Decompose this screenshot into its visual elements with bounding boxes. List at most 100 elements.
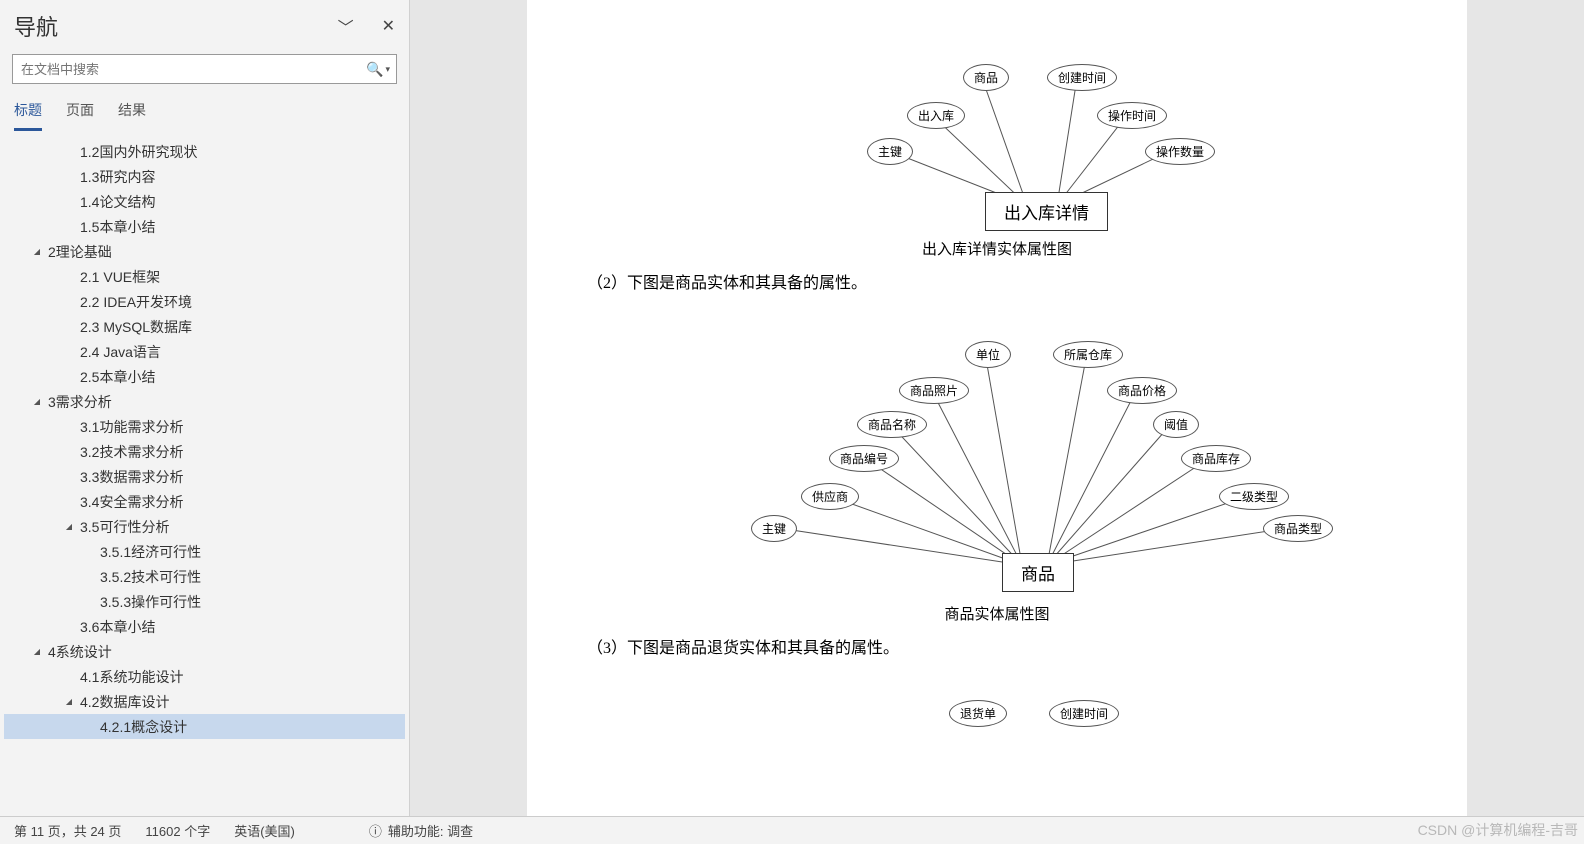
attr-ellipse: 退货单: [949, 700, 1007, 727]
outline-item[interactable]: ◢1.3研究内容: [4, 164, 405, 189]
attr-ellipse: 商品类型: [1263, 515, 1333, 542]
expand-arrow-icon[interactable]: [62, 697, 76, 706]
outline-item[interactable]: ◢3.5.1经济可行性: [4, 539, 405, 564]
outline-item[interactable]: ◢4.2.1概念设计: [4, 714, 405, 739]
tab-results[interactable]: 结果: [118, 94, 146, 131]
attr-ellipse: 主键: [867, 138, 913, 165]
expand-arrow-icon[interactable]: [30, 397, 44, 406]
outline-label: 1.4论文结构: [80, 192, 155, 212]
body-text: （3）下图是商品退货实体和其具备的属性。: [587, 634, 1407, 658]
navigation-pane: 导航 ﹀ ✕ 🔍 ▾ 标题 页面 结果 ◢1.2国内外研究现状◢1.3研究内容◢…: [0, 0, 410, 816]
attr-ellipse: 单位: [965, 341, 1011, 368]
entity-rect: 商品: [1002, 553, 1074, 592]
outline-item[interactable]: ◢3.4安全需求分析: [4, 489, 405, 514]
outline-item[interactable]: ◢1.4论文结构: [4, 189, 405, 214]
attr-ellipse: 所属仓库: [1053, 341, 1123, 368]
attr-ellipse: 出入库: [907, 102, 965, 129]
entity-rect: 出入库详情: [985, 192, 1108, 231]
outline-item[interactable]: ◢2.5本章小结: [4, 364, 405, 389]
attr-ellipse: 操作时间: [1097, 102, 1167, 129]
attr-ellipse: 二级类型: [1219, 483, 1289, 510]
outline-label: 1.2国内外研究现状: [80, 142, 197, 162]
attr-ellipse: 商品: [963, 64, 1009, 91]
search-box[interactable]: 🔍 ▾: [12, 54, 397, 84]
outline-label: 3.6本章小结: [80, 617, 155, 637]
outline-label: 3.5.3操作可行性: [100, 592, 201, 612]
outline-label: 1.5本章小结: [80, 217, 155, 237]
attr-ellipse: 创建时间: [1047, 64, 1117, 91]
document-area[interactable]: 主键 出入库 商品 创建时间 操作时间 操作数量 出入库详情 出入库详情实体属性…: [410, 0, 1584, 816]
outline-item[interactable]: 2理论基础: [4, 239, 405, 264]
outline-label: 3.5可行性分析: [80, 517, 169, 537]
outline-label: 3.2技术需求分析: [80, 442, 183, 462]
outline-item[interactable]: ◢3.3数据需求分析: [4, 464, 405, 489]
attr-ellipse: 商品编号: [829, 445, 899, 472]
outline-label: 2理论基础: [48, 242, 112, 262]
outline-item[interactable]: ◢3.2技术需求分析: [4, 439, 405, 464]
outline-item[interactable]: ◢3.1功能需求分析: [4, 414, 405, 439]
outline-label: 3.4安全需求分析: [80, 492, 183, 512]
status-accessibility[interactable]: ⓘ 辅助功能: 调查: [369, 821, 473, 840]
outline-label: 2.3 MySQL数据库: [80, 317, 192, 337]
outline-item[interactable]: ◢3.5.2技术可行性: [4, 564, 405, 589]
attr-ellipse: 供应商: [801, 483, 859, 510]
expand-arrow-icon[interactable]: [30, 647, 44, 656]
status-words[interactable]: 11602 个字: [145, 821, 210, 840]
attr-ellipse: 商品照片: [899, 377, 969, 404]
document-page: 主键 出入库 商品 创建时间 操作时间 操作数量 出入库详情 出入库详情实体属性…: [527, 0, 1467, 816]
outline-label: 4系统设计: [48, 642, 112, 662]
search-dropdown-icon[interactable]: ▾: [385, 64, 390, 75]
tab-pages[interactable]: 页面: [66, 94, 94, 131]
attr-ellipse: 阈值: [1153, 411, 1199, 438]
outline-label: 1.3研究内容: [80, 167, 155, 187]
attr-ellipse: 操作数量: [1145, 138, 1215, 165]
nav-tabs: 标题 页面 结果: [0, 94, 409, 133]
status-page[interactable]: 第 11 页，共 24 页: [14, 821, 121, 840]
outline-label: 3.3数据需求分析: [80, 467, 183, 487]
outline-item[interactable]: ◢1.5本章小结: [4, 214, 405, 239]
outline-label: 4.2.1概念设计: [100, 717, 187, 737]
outline-label: 3需求分析: [48, 392, 112, 412]
outline-item[interactable]: ◢3.5.3操作可行性: [4, 589, 405, 614]
outline-item[interactable]: ◢1.2国内外研究现状: [4, 139, 405, 164]
attr-ellipse: 商品名称: [857, 411, 927, 438]
outline-label: 3.5.1经济可行性: [100, 542, 201, 562]
outline-item[interactable]: ◢2.2 IDEA开发环境: [4, 289, 405, 314]
outline-item[interactable]: ◢2.1 VUE框架: [4, 264, 405, 289]
outline-item[interactable]: 3需求分析: [4, 389, 405, 414]
status-language[interactable]: 英语(美国): [234, 821, 295, 840]
chevron-down-icon[interactable]: ﹀: [338, 14, 354, 38]
tab-headings[interactable]: 标题: [14, 94, 42, 131]
search-input[interactable]: [13, 62, 366, 77]
er-diagram-3-partial: 退货单 创建时间: [587, 670, 1407, 730]
outline-label: 2.5本章小结: [80, 367, 155, 387]
attr-ellipse: 创建时间: [1049, 700, 1119, 727]
outline-item[interactable]: ◢4.1系统功能设计: [4, 664, 405, 689]
diagram-caption: 商品实体属性图: [587, 603, 1407, 624]
outline-item[interactable]: ◢2.4 Java语言: [4, 339, 405, 364]
outline-label: 3.5.2技术可行性: [100, 567, 201, 587]
expand-arrow-icon[interactable]: [62, 522, 76, 531]
outline-label: 3.1功能需求分析: [80, 417, 183, 437]
outline-label: 2.2 IDEA开发环境: [80, 292, 192, 312]
outline-tree: ◢1.2国内外研究现状◢1.3研究内容◢1.4论文结构◢1.5本章小结 2理论基础…: [0, 133, 409, 816]
expand-arrow-icon[interactable]: [30, 247, 44, 256]
er-diagram-1: 主键 出入库 商品 创建时间 操作时间 操作数量 出入库详情: [587, 30, 1407, 230]
accessibility-icon: ⓘ: [369, 821, 382, 840]
body-text: （2）下图是商品实体和其具备的属性。: [587, 269, 1407, 293]
outline-item[interactable]: 4系统设计: [4, 639, 405, 664]
search-icon[interactable]: 🔍: [366, 61, 383, 78]
er-diagram-2: 主键 供应商 商品编号 商品名称 商品照片 单位 所属仓库 商品价格 阈值 商品…: [587, 305, 1407, 595]
close-icon[interactable]: ✕: [382, 16, 395, 36]
attr-ellipse: 商品库存: [1181, 445, 1251, 472]
outline-label: 4.1系统功能设计: [80, 667, 183, 687]
status-bar: 第 11 页，共 24 页 11602 个字 英语(美国) ⓘ 辅助功能: 调查: [0, 816, 1584, 844]
outline-item[interactable]: 3.5可行性分析: [4, 514, 405, 539]
attr-ellipse: 商品价格: [1107, 377, 1177, 404]
outline-label: 4.2数据库设计: [80, 692, 169, 712]
diagram-caption: 出入库详情实体属性图: [587, 238, 1407, 259]
outline-item[interactable]: ◢3.6本章小结: [4, 614, 405, 639]
outline-item[interactable]: 4.2数据库设计: [4, 689, 405, 714]
attr-ellipse: 主键: [751, 515, 797, 542]
outline-item[interactable]: ◢2.3 MySQL数据库: [4, 314, 405, 339]
